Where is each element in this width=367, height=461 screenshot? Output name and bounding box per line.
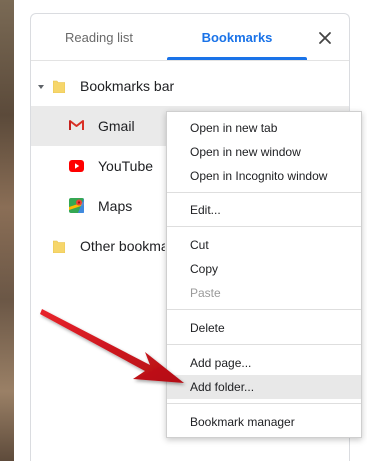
gmail-icon (69, 120, 84, 130)
tree-row-bookmarks-bar[interactable]: Bookmarks bar (31, 66, 349, 106)
folder-icon (53, 240, 65, 253)
menu-item-open-incognito[interactable]: Open in Incognito window (167, 164, 361, 188)
active-tab-indicator (167, 57, 307, 60)
context-menu: Open in new tab Open in new window Open … (166, 111, 362, 438)
chevron-down-icon[interactable] (38, 85, 44, 89)
close-icon (319, 32, 331, 44)
menu-item-edit[interactable]: Edit... (167, 198, 361, 222)
maps-icon (69, 198, 84, 213)
tree-label-youtube: YouTube (98, 158, 154, 174)
menu-item-open-new-window[interactable]: Open in new window (167, 140, 361, 164)
tab-reading-list[interactable]: Reading list (31, 14, 167, 60)
menu-separator (167, 309, 361, 310)
tab-bookmarks[interactable]: Bookmarks (167, 14, 307, 60)
menu-separator (167, 344, 361, 345)
folder-icon (53, 80, 65, 93)
close-button[interactable] (313, 26, 337, 50)
menu-item-add-folder[interactable]: Add folder... (167, 375, 361, 399)
menu-separator (167, 192, 361, 193)
background-photo (0, 0, 14, 461)
menu-item-paste[interactable]: Paste (167, 281, 361, 305)
menu-item-bookmark-manager[interactable]: Bookmark manager (167, 410, 361, 434)
tree-row-other-bookmarks[interactable]: Other bookmarks (31, 226, 165, 266)
tree-label-other-bookmarks: Other bookmarks (80, 238, 165, 254)
tab-bar: Reading list Bookmarks (31, 14, 349, 61)
menu-item-copy[interactable]: Copy (167, 257, 361, 281)
menu-item-add-page[interactable]: Add page... (167, 351, 361, 375)
tree-label-bookmarks-bar: Bookmarks bar (80, 78, 175, 94)
menu-item-delete[interactable]: Delete (167, 316, 361, 340)
menu-item-cut[interactable]: Cut (167, 233, 361, 257)
menu-separator (167, 226, 361, 227)
tree-label-maps: Maps (98, 198, 133, 214)
youtube-icon (69, 160, 84, 172)
menu-item-open-new-tab[interactable]: Open in new tab (167, 116, 361, 140)
menu-separator (167, 403, 361, 404)
tree-label-gmail: Gmail (98, 118, 135, 134)
